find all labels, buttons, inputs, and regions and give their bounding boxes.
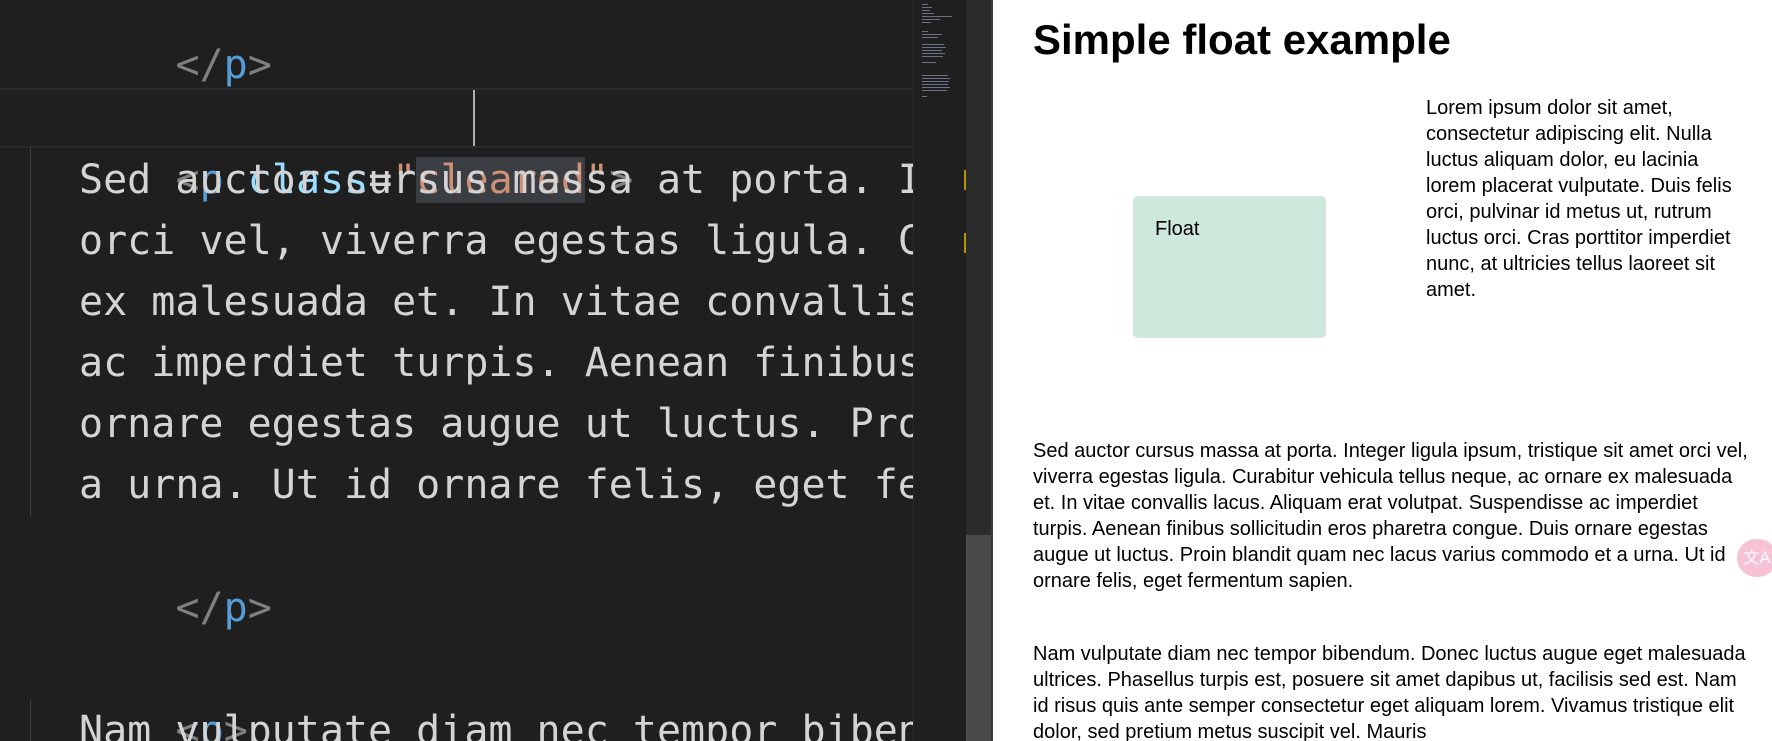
code-punct: </ — [175, 42, 224, 88]
code-line[interactable]: Sed auctor cursus massa at porta. Intege… — [79, 150, 913, 211]
code-punct: > — [247, 585, 272, 631]
minimap-line — [922, 78, 950, 79]
code-text: Nam vulputate diam nec tempor bibendum. — [79, 708, 913, 741]
minimap-line — [922, 44, 944, 45]
minimap-line — [922, 19, 940, 20]
app-window: </p> <p class="cleared"> Sed auctor curs… — [0, 0, 1772, 741]
code-punct: > — [247, 42, 272, 88]
minimap-line — [922, 47, 946, 48]
code-text: ac imperdiet turpis. Aenean finibus soll… — [79, 340, 913, 386]
minimap-line — [922, 10, 930, 11]
minimap-line — [922, 90, 947, 91]
code-tag: p — [223, 585, 248, 631]
code-line[interactable]: Nam vulputate diam nec tempor bibendum. — [79, 701, 913, 741]
minimap-line — [922, 62, 936, 63]
minimap-line — [922, 81, 949, 82]
minimap-line — [922, 53, 945, 54]
code-line[interactable]: ac imperdiet turpis. Aenean finibus soll… — [79, 333, 913, 394]
cleared-paragraph: Sed auctor cursus massa at porta. Intege… — [1033, 440, 1748, 592]
scrollbar-thumb[interactable] — [966, 535, 991, 741]
code-text: ornare egestas augue ut luctus. Proin bl… — [79, 401, 913, 447]
code-line[interactable]: <p> — [31, 640, 248, 741]
page-title: Simple float example — [1033, 16, 1451, 63]
code-text: Sed auctor cursus massa at porta. Intege… — [79, 157, 913, 203]
code-line[interactable]: ex malesuada et. In vitae convallis lacu… — [79, 272, 913, 333]
code-line-current[interactable]: <p class="cleared"> — [31, 89, 633, 203]
code-punct: </ — [175, 585, 224, 631]
code-line[interactable]: orci vel, viverra egestas ligula. Curabi… — [79, 211, 913, 272]
float-paragraph: Lorem ipsum dolor sit amet, consectetur … — [1426, 97, 1732, 301]
minimap-line — [922, 37, 938, 38]
editor-scrollbar[interactable] — [966, 0, 991, 741]
minimap-line — [922, 50, 942, 51]
editor-minimap[interactable] — [913, 0, 967, 741]
minimap-line — [922, 84, 948, 85]
minimap-line — [922, 96, 927, 97]
code-editor[interactable]: </p> <p class="cleared"> Sed auctor curs… — [0, 0, 913, 741]
code-line[interactable]: a urna. Ut id ornare felis, eget ferment… — [79, 455, 913, 516]
minimap-line — [922, 34, 942, 35]
code-text: a urna. Ut id ornare felis, eget ferment… — [79, 462, 913, 508]
minimap-line — [922, 16, 952, 17]
minimap-line — [922, 22, 931, 23]
code-text: orci vel, viverra egestas ligula. Curabi… — [79, 218, 913, 264]
code-line[interactable]: </p> — [31, 517, 272, 631]
text-cursor — [473, 90, 475, 146]
browser-preview[interactable]: Simple float example Float Lorem ipsum d… — [993, 0, 1772, 741]
translate-button[interactable]: 文A — [1737, 539, 1772, 577]
translate-icon: 文A — [1743, 548, 1771, 567]
code-line[interactable]: ornare egestas augue ut luctus. Proin bl… — [79, 394, 913, 455]
code-text: ex malesuada et. In vitae convallis lacu… — [79, 279, 913, 325]
minimap-line — [922, 75, 948, 76]
next-paragraph: Nam vulputate diam nec tempor bibendum. … — [1033, 643, 1746, 741]
minimap-line — [922, 56, 943, 57]
minimap-line — [922, 7, 932, 8]
minimap-line — [922, 31, 928, 32]
code-tag: p — [223, 42, 248, 88]
minimap-line — [922, 4, 928, 5]
code-line[interactable]: </p> — [31, 0, 272, 88]
minimap-line — [922, 87, 950, 88]
minimap-line — [922, 13, 934, 14]
float-box: Float — [1133, 196, 1326, 338]
float-label: Float — [1155, 218, 1200, 240]
